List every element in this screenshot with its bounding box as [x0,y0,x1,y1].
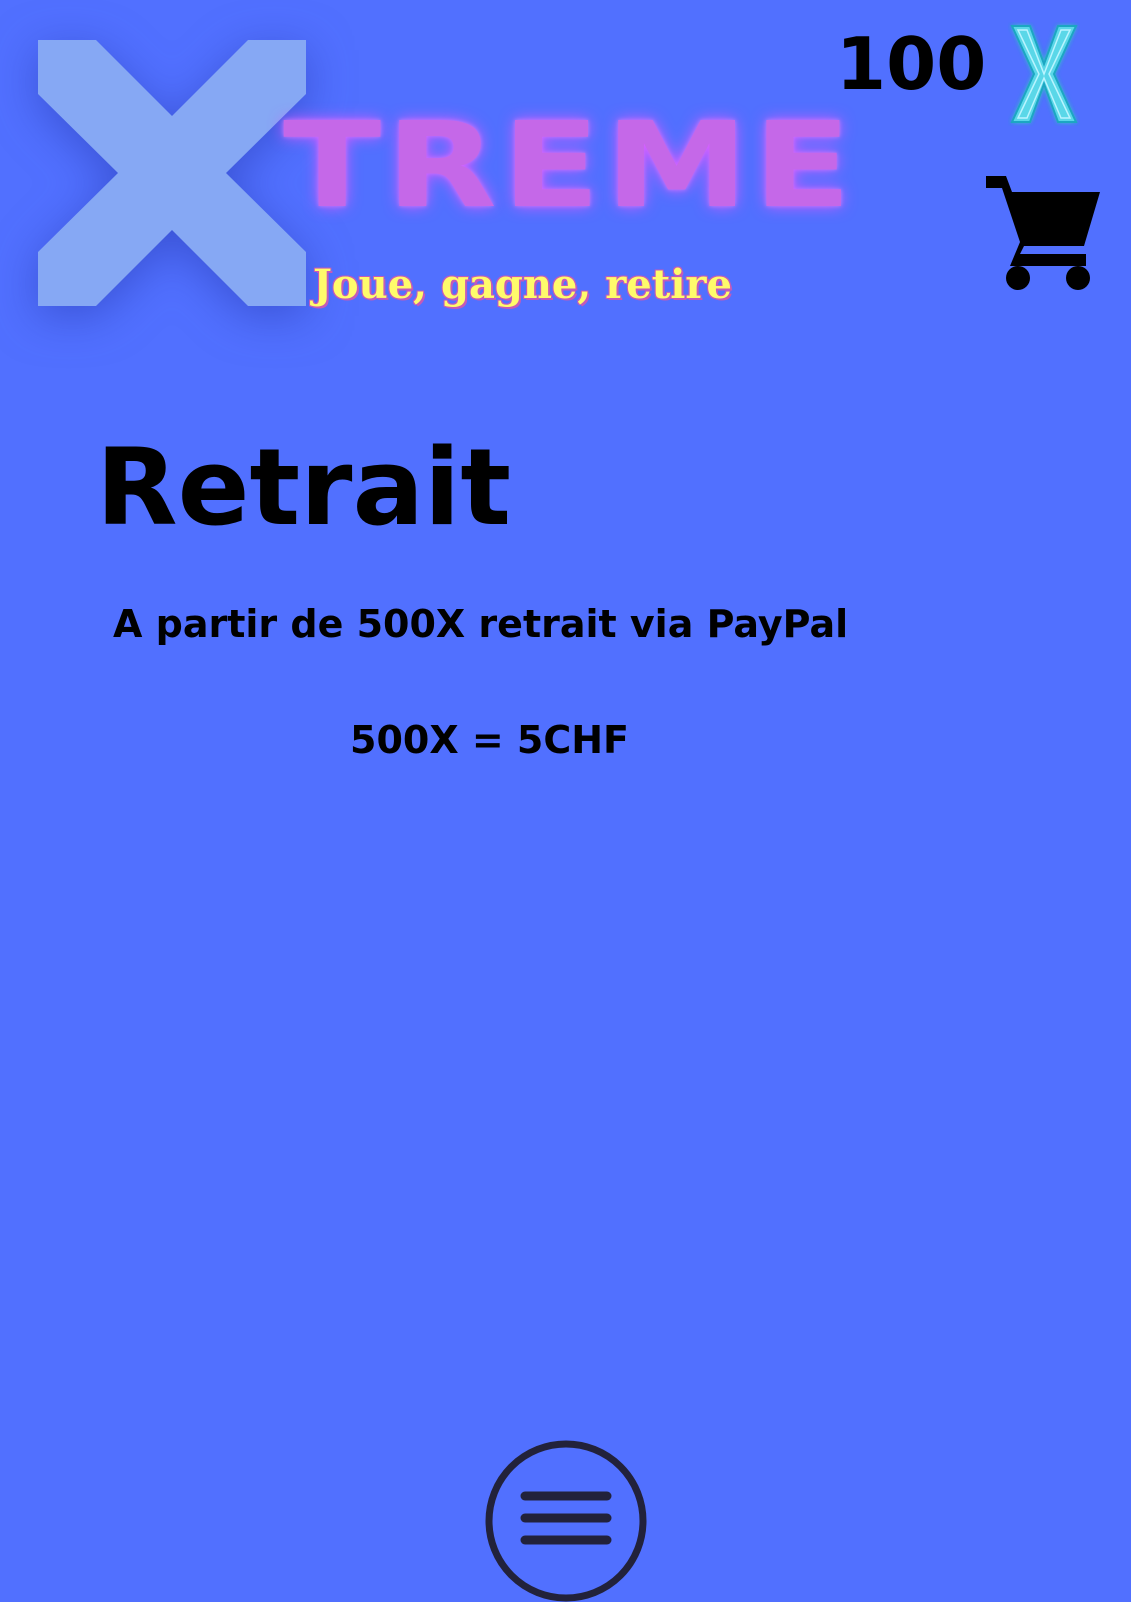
hamburger-menu-icon[interactable] [485,1440,647,1602]
withdraw-info-text: A partir de 500X retrait via PayPal [113,602,849,646]
shopping-cart-icon[interactable] [980,170,1106,292]
page-title: Retrait [96,426,511,549]
x-coin-icon [1008,22,1080,126]
app-logo: TREME Joue, gagne, retire [0,0,852,400]
logo-wordmark: TREME [283,96,857,234]
logo-tagline: Joue, gagne, retire [313,261,732,308]
coin-balance: 100 [836,22,987,106]
exchange-rate-text: 500X = 5CHF [350,718,630,762]
logo-x-mark [38,40,306,306]
